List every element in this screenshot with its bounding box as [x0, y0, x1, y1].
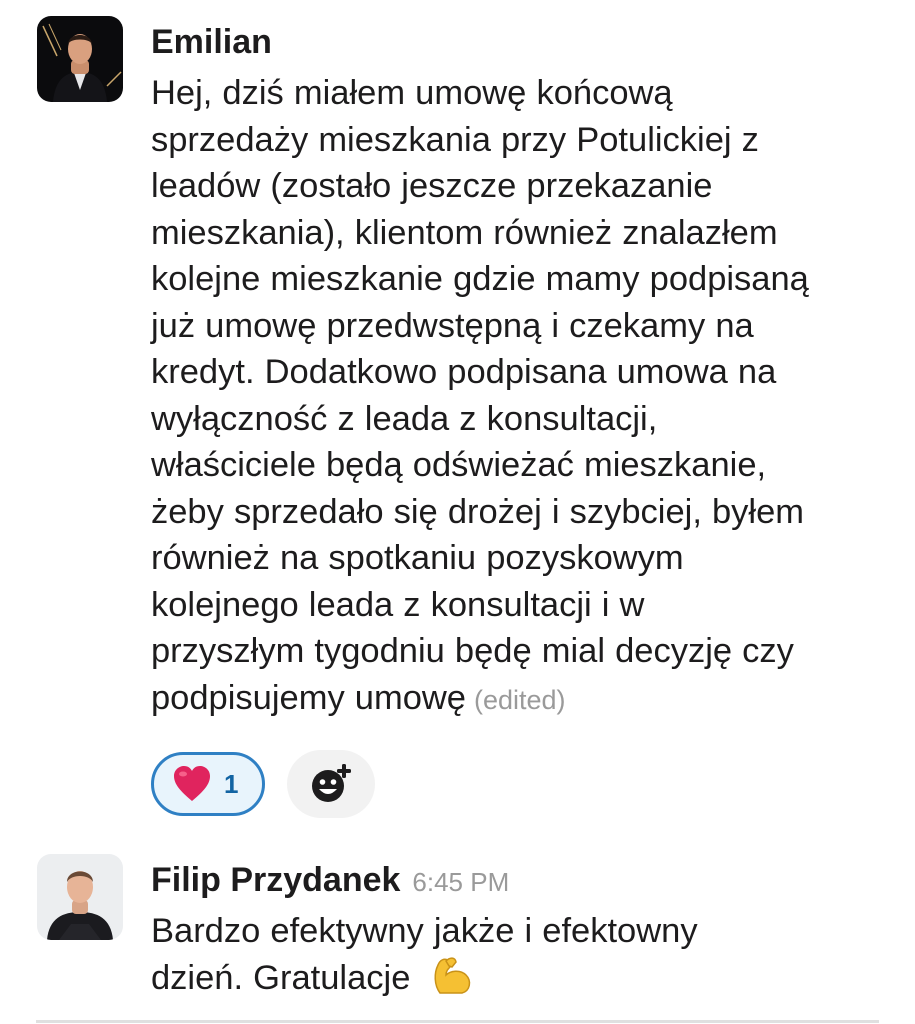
divider	[36, 1020, 879, 1023]
message-line: leadów (zostało jeszcze przekazanie	[151, 167, 713, 205]
red-heart-emoji-icon	[174, 766, 210, 801]
add-reaction-icon	[312, 764, 351, 802]
message-line-last: dzień. Gratulacje	[151, 955, 896, 1002]
message-line: właściciele będą odświeżać mieszkanie,	[151, 446, 767, 484]
message-line: dzień. Gratulacje	[151, 958, 411, 997]
edited-label: (edited)	[474, 684, 566, 715]
message-line-last: podpisujemy umowę (edited)	[151, 675, 896, 724]
message-line: Bardzo efektywny jakże i efektowny	[151, 912, 698, 950]
message-line: kolejne mieszkanie gdzie mamy podpisaną	[151, 260, 809, 298]
sender-name[interactable]: Filip Przydanek 6:45 PM	[151, 860, 509, 902]
flexed-biceps-emoji-icon	[434, 956, 471, 994]
message-line: przyszłym tygodniu będę mial decyzję czy	[151, 632, 794, 670]
message-line: żeby sprzedało się drożej i szybciej, by…	[151, 492, 805, 531]
message-line: również na spotkaniu pozyskowym	[151, 539, 684, 577]
message-line: Hej, dziś miałem umowę końcową	[151, 74, 673, 112]
user-photo-avatar-icon	[37, 854, 123, 940]
message-line: już umowę przedwstępną i czekamy na	[151, 306, 754, 345]
sender-name-text[interactable]: Filip Przydanek	[151, 861, 400, 899]
message-body: Bardzo efektywny jakże i efektowny dzień…	[151, 908, 896, 1001]
message-line: wyłączność z leada z konsultacji,	[151, 399, 658, 438]
message-filip-przydanek[interactable]: Filip Przydanek 6:45 PM Bardzo efektywny …	[0, 840, 915, 1020]
message-line: sprzedaży mieszkania przy Potulickiej z	[151, 120, 759, 159]
add-reaction-button[interactable]	[287, 750, 375, 818]
reaction-heart-button[interactable]: 1	[151, 752, 265, 816]
reaction-count: 1	[224, 768, 239, 799]
message-line: podpisujemy umowę	[151, 678, 466, 717]
timestamp[interactable]: 6:45 PM	[412, 867, 509, 897]
user-photo-avatar-icon	[37, 16, 123, 102]
avatar[interactable]	[37, 16, 123, 102]
message-emilian[interactable]: Emilian Hej, dziś miałem umowę końcową s…	[0, 0, 915, 830]
sender-name[interactable]: Emilian	[151, 22, 272, 62]
message-line: kolejnego leada z konsultacji i w	[151, 585, 645, 624]
avatar[interactable]	[37, 854, 123, 940]
message-body: Hej, dziś miałem umowę końcową sprzedaży…	[151, 70, 896, 723]
message-line: mieszkania), klientom również znalazłem	[151, 213, 778, 252]
message-line: kredyt. Dodatkowo podpisana umowa na	[151, 353, 777, 391]
